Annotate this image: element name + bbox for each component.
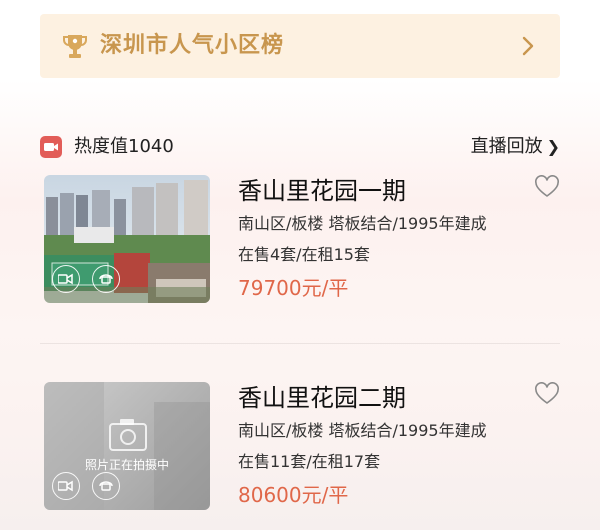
banner-title: 深圳市人气小区榜	[100, 33, 285, 58]
listing-info: 香山里花园一期 南山区/板楼 塔板结合/1995年建成 在售4套/在租15套 7…	[238, 175, 538, 302]
listing-price: 80600元/平	[238, 483, 349, 507]
hot-value-label: 热度值1040	[74, 136, 174, 157]
trophy-icon	[63, 35, 87, 58]
listing-availability: 在售4套/在租15套	[238, 245, 370, 264]
listing-info: 香山里花园二期 南山区/板楼 塔板结合/1995年建成 在售11套/在租17套 …	[238, 382, 538, 509]
hot-value-row: 热度值1040 直播回放 ❯	[40, 133, 560, 161]
photo-pending-caption: 照片正在拍摄中	[84, 458, 169, 472]
listing-name: 香山里花园二期	[238, 384, 406, 412]
listing-card[interactable]: 香山里花园一期 南山区/板楼 塔板结合/1995年建成 在售4套/在租15套 7…	[44, 175, 560, 305]
listing-photo-placeholder[interactable]: 照片正在拍摄中	[44, 382, 210, 510]
listing-meta: 南山区/板楼 塔板结合/1995年建成	[238, 214, 487, 233]
video-live-icon	[40, 136, 62, 158]
listing-name: 香山里花园一期	[238, 177, 406, 205]
video-icon[interactable]	[52, 472, 80, 500]
divider	[40, 343, 560, 344]
listing-card[interactable]: 照片正在拍摄中 香山里花园二期 南山区/板楼 塔板结合/1995年建成 在售11…	[44, 382, 560, 512]
video-icon[interactable]	[52, 265, 80, 293]
heart-icon[interactable]	[534, 382, 560, 406]
ranking-banner[interactable]: 深圳市人气小区榜	[40, 14, 560, 78]
listing-photo[interactable]	[44, 175, 210, 303]
vr-view-icon[interactable]	[92, 472, 120, 500]
chevron-right-icon	[522, 36, 534, 56]
listing-price: 79700元/平	[238, 276, 349, 300]
vr-view-icon[interactable]	[92, 265, 120, 293]
heart-icon[interactable]	[534, 175, 560, 199]
listing-availability: 在售11套/在租17套	[238, 452, 381, 471]
chevron-right-icon: ❯	[546, 137, 560, 156]
listing-meta: 南山区/板楼 塔板结合/1995年建成	[238, 421, 487, 440]
live-replay-label: 直播回放	[470, 136, 543, 157]
camera-icon	[109, 419, 147, 451]
live-replay-link[interactable]: 直播回放 ❯	[471, 133, 560, 161]
